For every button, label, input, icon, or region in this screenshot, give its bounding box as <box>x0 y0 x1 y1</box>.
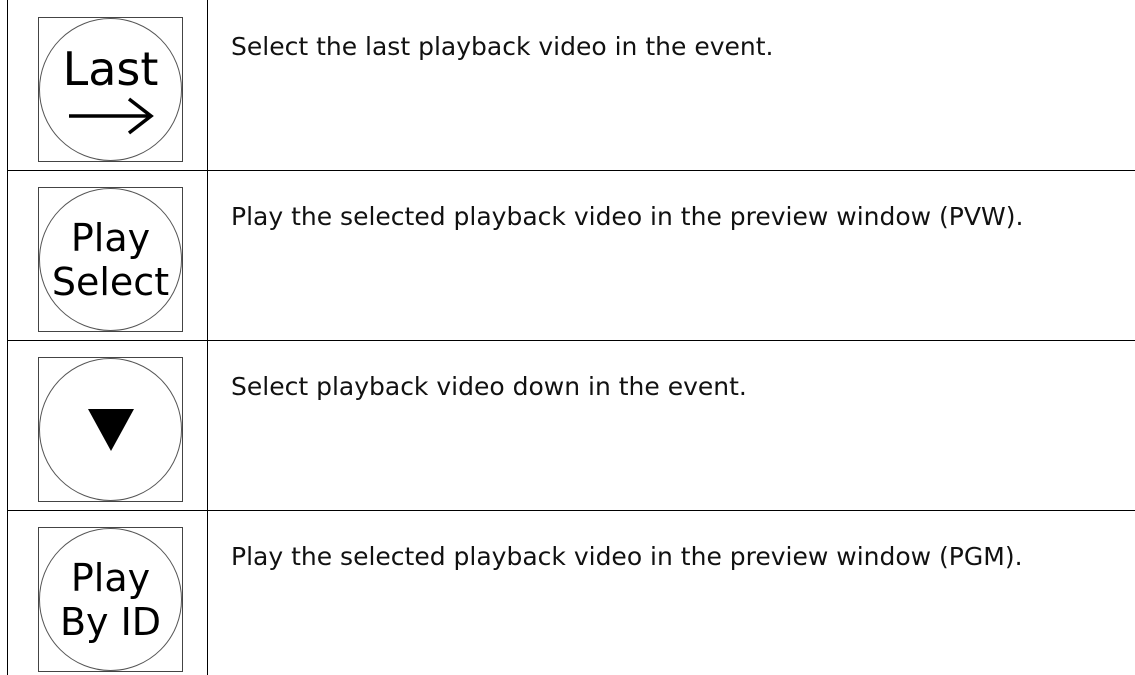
key-circle: Play Select <box>39 188 182 331</box>
row-description: Play the selected playback video in the … <box>231 202 1024 231</box>
key-cell: Play Select <box>7 170 207 340</box>
key-cell: Play By ID <box>7 510 207 675</box>
key-label-line-2: By ID <box>59 599 162 644</box>
row-description: Play the selected playback video in the … <box>231 542 1023 571</box>
key-label-line-1: Play <box>70 555 151 600</box>
table-row-play-select: Play Select Play the selected playback v… <box>7 170 1135 340</box>
down-key-button <box>38 357 183 502</box>
row-description: Select playback video down in the event. <box>231 372 747 401</box>
down-triangle-icon <box>87 408 134 451</box>
key-label: Last <box>62 41 159 96</box>
play-select-key-button: Play Select <box>38 187 183 332</box>
key-circle: Play By ID <box>39 528 182 671</box>
key-circle: Last <box>39 18 182 161</box>
table-row-last: Last Select the last playback video in t… <box>7 0 1135 170</box>
row-description: Select the last playback video in the ev… <box>231 32 774 61</box>
key-cell <box>7 340 207 510</box>
key-cell: Last <box>7 0 207 170</box>
table-row-play-by-id: Play By ID Play the selected playback vi… <box>7 510 1135 675</box>
table-row-down: Select playback video down in the event. <box>7 340 1135 510</box>
key-circle <box>39 358 182 501</box>
right-arrow-icon <box>68 97 154 134</box>
function-table: Last Select the last playback video in t… <box>7 0 1135 675</box>
last-key-button: Last <box>38 17 183 162</box>
key-label-line-2: Select <box>51 259 170 304</box>
key-label-line-1: Play <box>70 215 151 260</box>
play-by-id-key-button: Play By ID <box>38 527 183 672</box>
